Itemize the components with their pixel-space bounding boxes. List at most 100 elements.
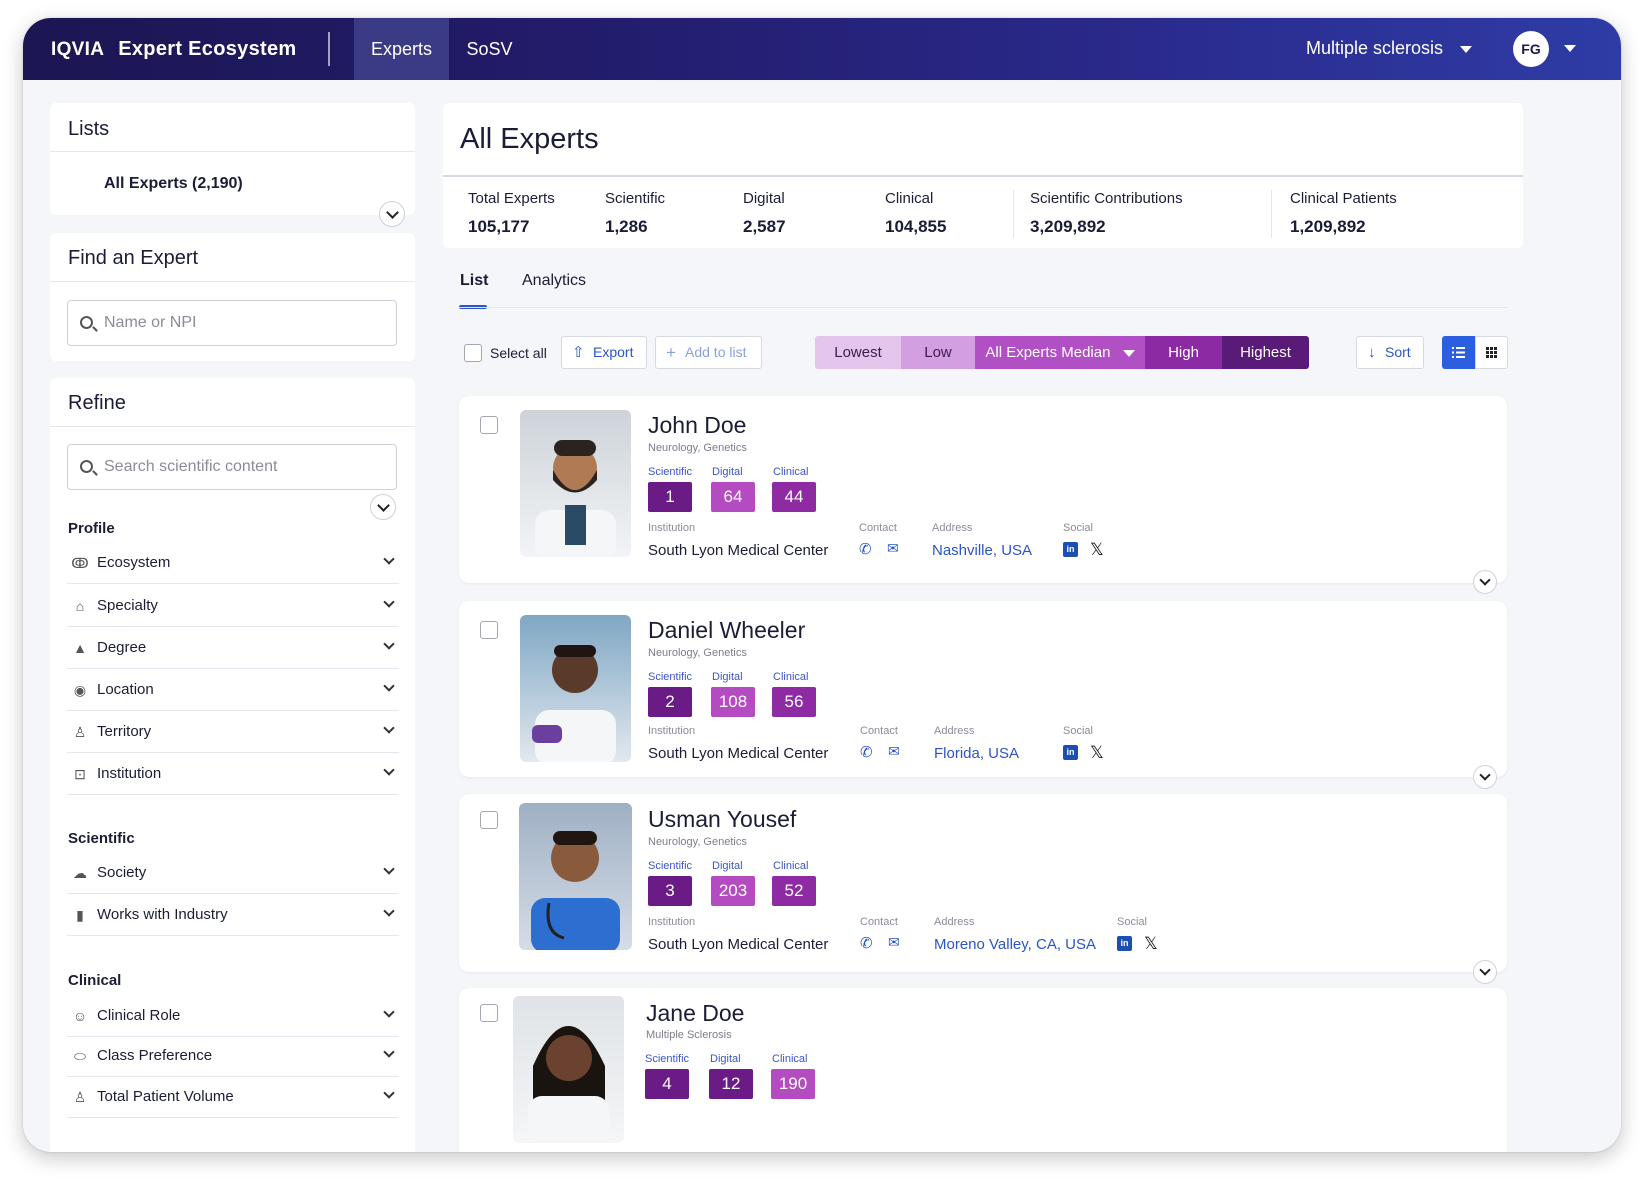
nav-tab-sosv[interactable]: SoSV — [449, 18, 530, 80]
expert-select-checkbox[interactable] — [480, 1004, 498, 1022]
x-twitter-icon[interactable]: 𝕏 — [1144, 935, 1158, 952]
segment-high[interactable]: High — [1145, 336, 1222, 369]
filter-location[interactable]: ◉ Location — [67, 669, 399, 711]
expert-card[interactable]: Jane Doe Multiple Sclerosis Scientific D… — [459, 988, 1507, 1152]
expand-card-button[interactable] — [1473, 570, 1497, 594]
clinical-score: 190 — [771, 1069, 815, 1099]
filter-clinical-role[interactable]: ☺ Clinical Role — [67, 995, 399, 1037]
chevron-down-icon — [383, 638, 395, 650]
filter-label: Total Patient Volume — [97, 1088, 234, 1105]
address-value[interactable]: Nashville, USA — [932, 542, 1032, 559]
segment-lowest[interactable]: Lowest — [815, 336, 901, 369]
social-label: Social — [1063, 725, 1093, 737]
list-view-toggle[interactable] — [1442, 336, 1475, 369]
filter-ecosystem[interactable]: ↂ Ecosystem — [67, 542, 399, 584]
filter-label: Degree — [97, 639, 147, 656]
find-expert-panel: Find an Expert Name or NPI — [50, 233, 415, 361]
stat-value: 104,855 — [885, 217, 947, 236]
clinical-label: Clinical — [772, 1053, 808, 1065]
lists-expand-button[interactable] — [379, 201, 405, 227]
top-nav: IQVIA Expert Ecosystem Experts SoSV Multi… — [23, 18, 1621, 80]
expert-card[interactable]: John Doe Neurology, Genetics Scientific … — [459, 396, 1507, 594]
expert-name[interactable]: Daniel Wheeler — [648, 617, 805, 644]
filter-territory[interactable]: ♙ Territory — [67, 711, 399, 753]
scientific-label: Scientific — [648, 860, 693, 872]
linkedin-icon[interactable]: in — [1063, 745, 1078, 760]
email-icon[interactable]: ✉ — [888, 743, 900, 760]
filter-works-with-industry[interactable]: ▮ Works with Industry — [67, 894, 399, 936]
scientific-content-search-input[interactable]: Search scientific content — [67, 444, 397, 490]
tab-analytics[interactable]: Analytics — [522, 272, 586, 290]
filter-class-preference[interactable]: ⬭ Class Preference — [67, 1035, 399, 1077]
nav-tab-experts[interactable]: Experts — [354, 18, 449, 80]
filter-society[interactable]: ☁ Society — [67, 852, 399, 894]
expert-select-checkbox[interactable] — [480, 811, 498, 829]
chevron-down-icon — [383, 905, 395, 917]
specialty-icon: ⌂ — [75, 598, 85, 614]
digital-score: 12 — [709, 1069, 753, 1099]
filter-degree[interactable]: ▲ Degree — [67, 627, 399, 669]
filter-label: Works with Industry — [97, 906, 228, 923]
name-npi-search-input[interactable]: Name or NPI — [67, 300, 397, 346]
upload-icon: ⇧ — [572, 344, 585, 361]
refine-expand-button[interactable] — [370, 494, 396, 520]
filter-total-patient-volume[interactable]: ♙ Total Patient Volume — [67, 1076, 399, 1118]
digital-score: 108 — [711, 687, 755, 717]
segment-all-experts-median[interactable]: All Experts Median — [975, 336, 1145, 369]
divider — [1013, 190, 1014, 238]
expert-card[interactable]: Daniel Wheeler Neurology, Genetics Scien… — [459, 601, 1507, 789]
filter-label: Class Preference — [97, 1047, 213, 1064]
expand-card-button[interactable] — [1473, 960, 1497, 984]
expert-card[interactable]: Usman Yousef Neurology, Genetics Scienti… — [459, 794, 1507, 984]
tab-list[interactable]: List — [460, 272, 488, 290]
digital-label: Digital — [712, 466, 743, 478]
linkedin-icon[interactable]: in — [1063, 542, 1078, 557]
expert-name[interactable]: Usman Yousef — [648, 806, 796, 833]
digital-score: 203 — [711, 876, 755, 906]
expert-select-checkbox[interactable] — [480, 621, 498, 639]
chevron-down-icon — [383, 596, 395, 608]
segment-highest[interactable]: Highest — [1222, 336, 1309, 369]
user-menu-caret-icon[interactable] — [1564, 45, 1576, 52]
segment-low[interactable]: Low — [901, 336, 975, 369]
export-button[interactable]: ⇧ Export — [561, 336, 647, 369]
app-window: IQVIA Expert Ecosystem Experts SoSV Multi… — [23, 18, 1621, 1152]
email-icon[interactable]: ✉ — [887, 540, 899, 557]
address-value[interactable]: Moreno Valley, CA, USA — [934, 936, 1096, 953]
x-twitter-icon[interactable]: 𝕏 — [1090, 744, 1104, 761]
expert-name[interactable]: John Doe — [648, 412, 746, 439]
add-to-list-button[interactable]: + Add to list — [655, 336, 762, 369]
phone-icon[interactable]: ✆ — [859, 540, 872, 558]
x-twitter-icon[interactable]: 𝕏 — [1090, 541, 1104, 558]
grid-view-toggle[interactable] — [1475, 336, 1508, 369]
stat-clinical-patients: Clinical Patients 1,209,892 — [1290, 190, 1397, 237]
clinical-section-title: Clinical — [68, 972, 122, 989]
stat-clinical: Clinical 104,855 — [885, 190, 946, 237]
divider — [50, 426, 415, 427]
expand-card-button[interactable] — [1473, 765, 1497, 789]
stat-value: 1,209,892 — [1290, 217, 1366, 236]
therapeutic-area-dropdown[interactable]: Multiple sclerosis — [1306, 38, 1473, 59]
chevron-down-icon — [383, 863, 395, 875]
email-icon[interactable]: ✉ — [888, 934, 900, 951]
stat-value: 2,587 — [743, 217, 786, 236]
scientific-score: 2 — [648, 687, 692, 717]
sort-button[interactable]: ↓ Sort — [1356, 336, 1424, 369]
address-label: Address — [932, 522, 973, 534]
list-selected-item[interactable]: All Experts (2,190) — [104, 175, 243, 193]
user-avatar[interactable]: FG — [1513, 31, 1549, 67]
expert-name[interactable]: Jane Doe — [646, 1000, 744, 1027]
filter-specialty[interactable]: ⌂ Specialty — [67, 585, 399, 627]
patient-volume-icon: ♙ — [73, 1089, 87, 1105]
select-all-checkbox[interactable] — [464, 344, 482, 362]
linkedin-icon[interactable]: in — [1117, 936, 1132, 951]
phone-icon[interactable]: ✆ — [860, 743, 873, 761]
phone-icon[interactable]: ✆ — [860, 934, 873, 952]
brand-logo[interactable]: IQVIA Expert Ecosystem — [51, 38, 296, 61]
filter-institution[interactable]: ⊡ Institution — [67, 753, 399, 795]
select-all-label[interactable]: Select all — [490, 345, 547, 361]
expert-select-checkbox[interactable] — [480, 416, 498, 434]
address-value[interactable]: Florida, USA — [934, 745, 1019, 762]
contact-label: Contact — [859, 522, 897, 534]
ecosystem-icon: ↂ — [71, 555, 89, 571]
